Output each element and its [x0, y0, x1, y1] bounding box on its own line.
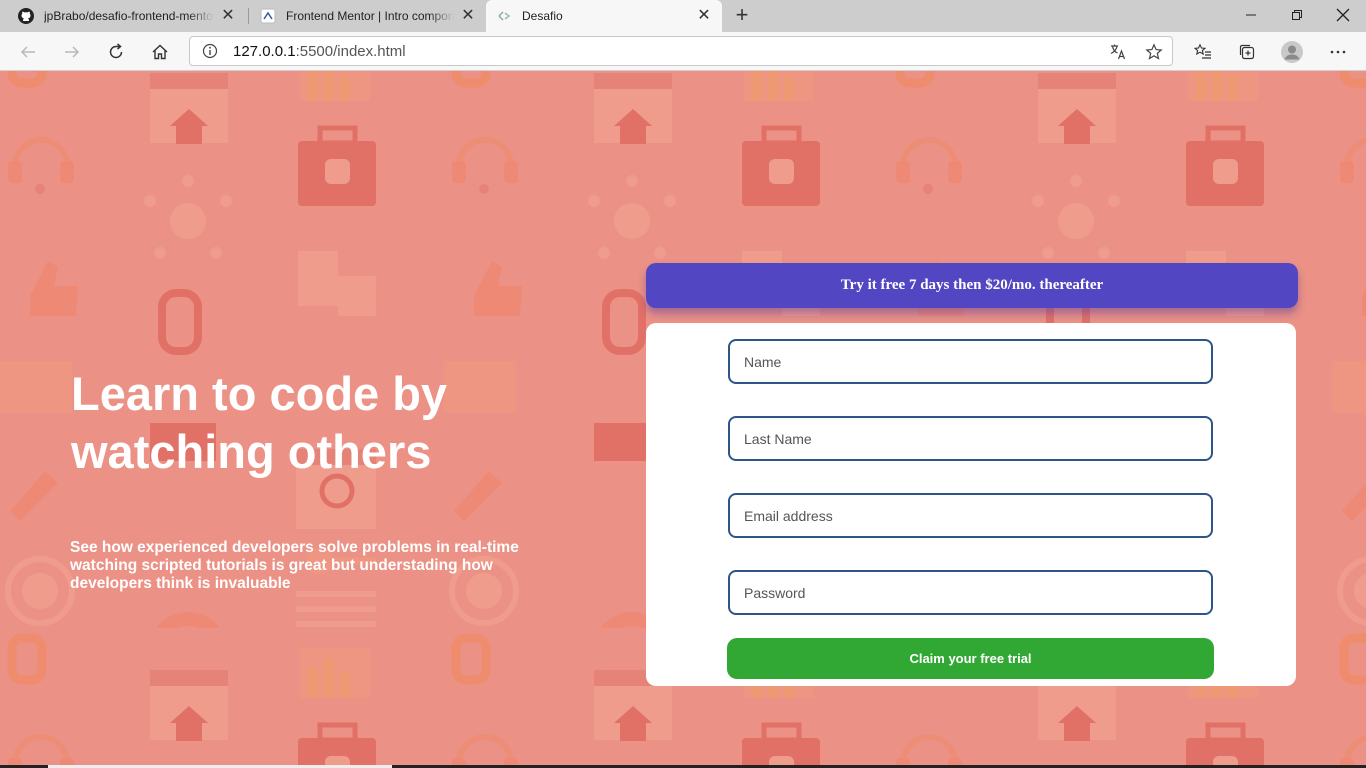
close-icon — [1336, 8, 1350, 22]
favorites-button[interactable] — [1190, 39, 1216, 65]
promo-banner: Try it free 7 days then $20/mo. thereaft… — [646, 263, 1298, 308]
tab-divider — [248, 8, 249, 24]
tab-github[interactable]: jpBrabo/desafio-frontend-mento ✕ — [8, 0, 246, 32]
github-icon — [18, 8, 34, 24]
claim-free-trial-button[interactable]: Claim your free trial — [727, 638, 1214, 679]
url-path: :5500/index.html — [295, 43, 406, 60]
name-field[interactable] — [728, 339, 1213, 384]
close-tab-icon[interactable]: ✕ — [460, 8, 476, 24]
favorites-list-icon — [1194, 43, 1211, 59]
collections-button[interactable] — [1234, 39, 1260, 65]
back-button[interactable] — [15, 39, 41, 65]
avatar-icon — [1281, 41, 1303, 63]
arrow-right-icon — [65, 46, 80, 58]
frontend-mentor-icon — [260, 8, 276, 24]
browser-toolbar: 127.0.0.1:5500/index.html — [0, 32, 1366, 71]
close-window-button[interactable] — [1320, 0, 1366, 30]
translate-icon[interactable] — [1108, 42, 1128, 62]
forward-button[interactable] — [59, 39, 85, 65]
page-content: Learn to code by watching others See how… — [0, 71, 1366, 768]
close-tab-icon[interactable]: ✕ — [220, 8, 236, 24]
minimize-button[interactable] — [1228, 0, 1274, 30]
favorite-star-icon[interactable] — [1144, 42, 1164, 62]
tab-title: Desafio — [522, 9, 563, 23]
last-name-field[interactable] — [728, 416, 1213, 461]
tab-title: jpBrabo/desafio-frontend-mento — [44, 9, 213, 23]
info-icon[interactable] — [202, 43, 218, 59]
arrow-left-icon — [20, 46, 35, 58]
minimize-icon — [1246, 14, 1256, 16]
tab-title: Frontend Mentor | Intro compon — [286, 9, 454, 23]
tab-desafio[interactable]: Desafio ✕ — [486, 0, 722, 32]
email-field[interactable] — [728, 493, 1213, 538]
restore-button[interactable] — [1274, 0, 1320, 30]
home-button[interactable] — [147, 39, 173, 65]
restore-icon — [1292, 10, 1302, 20]
refresh-button[interactable] — [103, 39, 129, 65]
home-icon — [152, 44, 168, 60]
new-tab-button[interactable]: + — [730, 4, 754, 28]
url-host: 127.0.0.1 — [233, 43, 296, 60]
collections-icon — [1239, 44, 1255, 60]
refresh-icon — [109, 43, 123, 59]
browser-tab-bar: jpBrabo/desafio-frontend-mento ✕ Fronten… — [0, 0, 1366, 32]
hero-description: See how experienced developers solve pro… — [70, 539, 519, 592]
ellipsis-icon — [1330, 50, 1346, 54]
hero-title: Learn to code by watching others — [71, 367, 448, 478]
password-field[interactable] — [728, 570, 1213, 615]
signup-form: Claim your free trial — [646, 323, 1296, 686]
tab-frontend-mentor[interactable]: Frontend Mentor | Intro compon ✕ — [250, 0, 486, 32]
address-bar[interactable]: 127.0.0.1:5500/index.html — [189, 36, 1173, 66]
vscode-live-icon — [496, 8, 512, 24]
close-tab-icon[interactable]: ✕ — [696, 8, 712, 24]
url-text[interactable]: 127.0.0.1:5500/index.html — [233, 43, 406, 60]
profile-button[interactable] — [1279, 39, 1305, 65]
more-menu-button[interactable] — [1325, 39, 1351, 65]
